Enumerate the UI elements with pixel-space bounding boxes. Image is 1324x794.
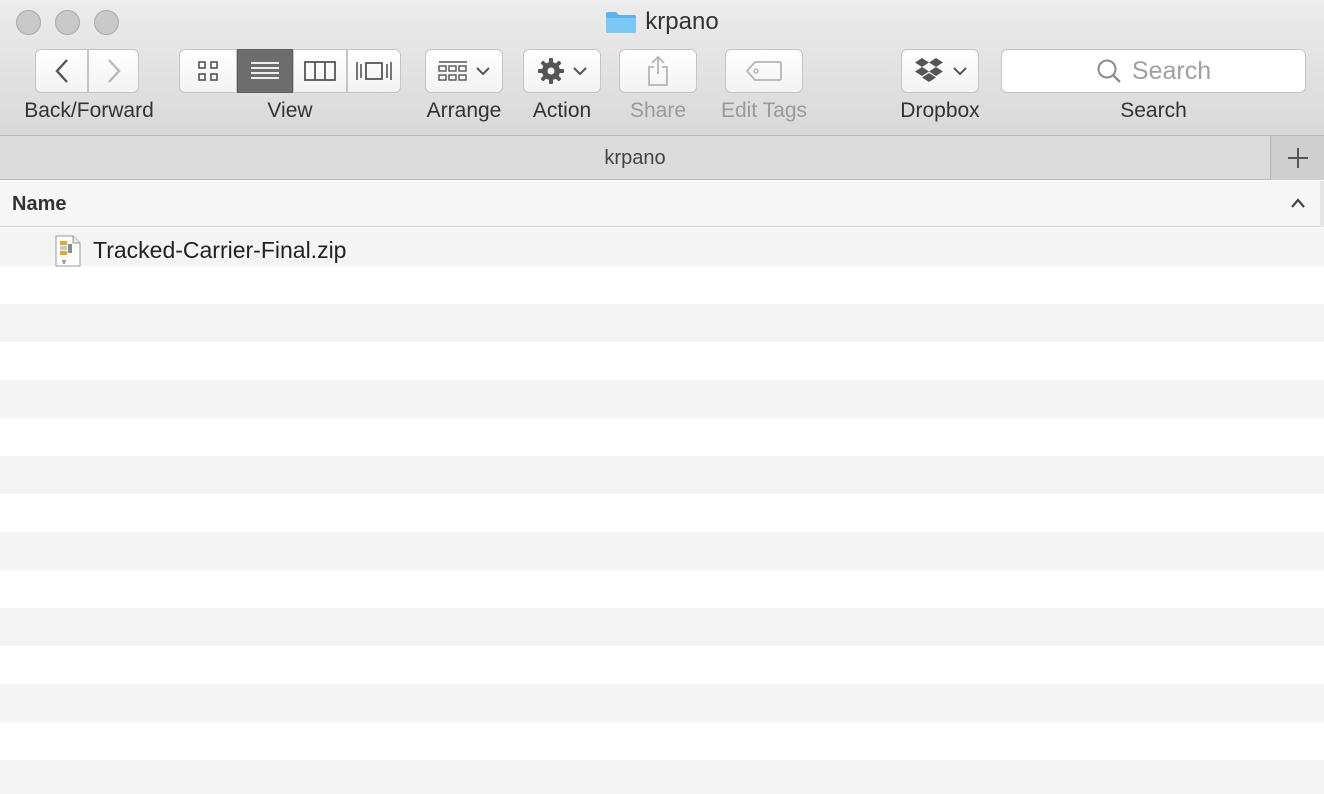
window-title: krpano [0,8,1324,36]
forward-button[interactable] [88,49,139,93]
empty-row [0,380,1324,418]
gear-icon [538,58,564,84]
list-view-button[interactable] [237,49,293,93]
icon-view-button[interactable] [179,49,237,93]
empty-row [0,418,1324,456]
share-icon [648,55,668,86]
file-name: Tracked-Carrier-Final.zip [93,237,347,263]
icon-grid-icon [198,61,218,81]
empty-row [0,760,1324,794]
dropbox-icon [915,58,943,82]
list-icon [251,62,279,79]
edit-tags-button[interactable] [725,49,803,93]
finder-window: krpano Back/Forward View Arrange Action … [0,0,1324,794]
empty-row [0,342,1324,380]
column-view-button[interactable] [293,49,347,93]
column-header-edge [1320,181,1324,227]
columns-icon [304,61,336,81]
chevron-down-icon [476,67,490,76]
plus-icon [1287,148,1308,168]
empty-row [0,494,1324,532]
share-button[interactable] [619,49,697,93]
empty-row [0,266,1324,304]
action-button[interactable] [523,49,601,93]
share-label: Share [629,99,687,122]
back-button[interactable] [35,49,88,93]
action-label: Action [532,99,592,122]
cover-flow-view-button[interactable] [347,49,401,93]
chevron-down-icon [953,67,967,76]
window-title-text: krpano [645,8,719,35]
arrange-label: Arrange [426,99,502,122]
zip-file-icon [55,235,81,267]
empty-row [0,304,1324,342]
sort-ascending-icon[interactable] [1290,197,1306,209]
back-forward-label: Back/Forward [24,99,154,122]
edit-tags-label: Edit Tags [721,99,807,122]
empty-row [0,646,1324,684]
tag-icon [745,61,782,81]
chevron-right-icon [107,59,121,83]
chevron-down-icon [573,67,587,76]
tab-title[interactable]: krpano [0,147,1270,170]
tab-bar: krpano [0,136,1324,180]
dropbox-button[interactable] [901,49,979,93]
search-icon [1097,59,1121,83]
empty-row [0,722,1324,760]
toolbar-area: krpano Back/Forward View Arrange Action … [0,0,1324,136]
file-list: Tracked-Carrier-Final.zip [0,228,1324,794]
file-row[interactable]: Tracked-Carrier-Final.zip [0,228,1324,267]
search-label: Search [1120,99,1187,122]
search-placeholder: Search [1131,56,1212,85]
cover-flow-icon [356,62,392,80]
empty-row [0,570,1324,608]
view-label: View [267,99,313,122]
folder-icon [605,10,637,34]
empty-row [0,532,1324,570]
empty-row [0,456,1324,494]
new-tab-button[interactable] [1270,136,1324,180]
arrange-button[interactable] [425,49,503,93]
empty-row [0,608,1324,646]
search-field[interactable]: Search [1001,49,1306,93]
name-column-header[interactable]: Name [12,193,66,216]
dropbox-label: Dropbox [900,99,980,122]
column-header[interactable]: Name [0,181,1324,227]
chevron-left-icon [54,59,68,83]
arrange-grid-icon [438,61,467,81]
empty-row [0,684,1324,722]
